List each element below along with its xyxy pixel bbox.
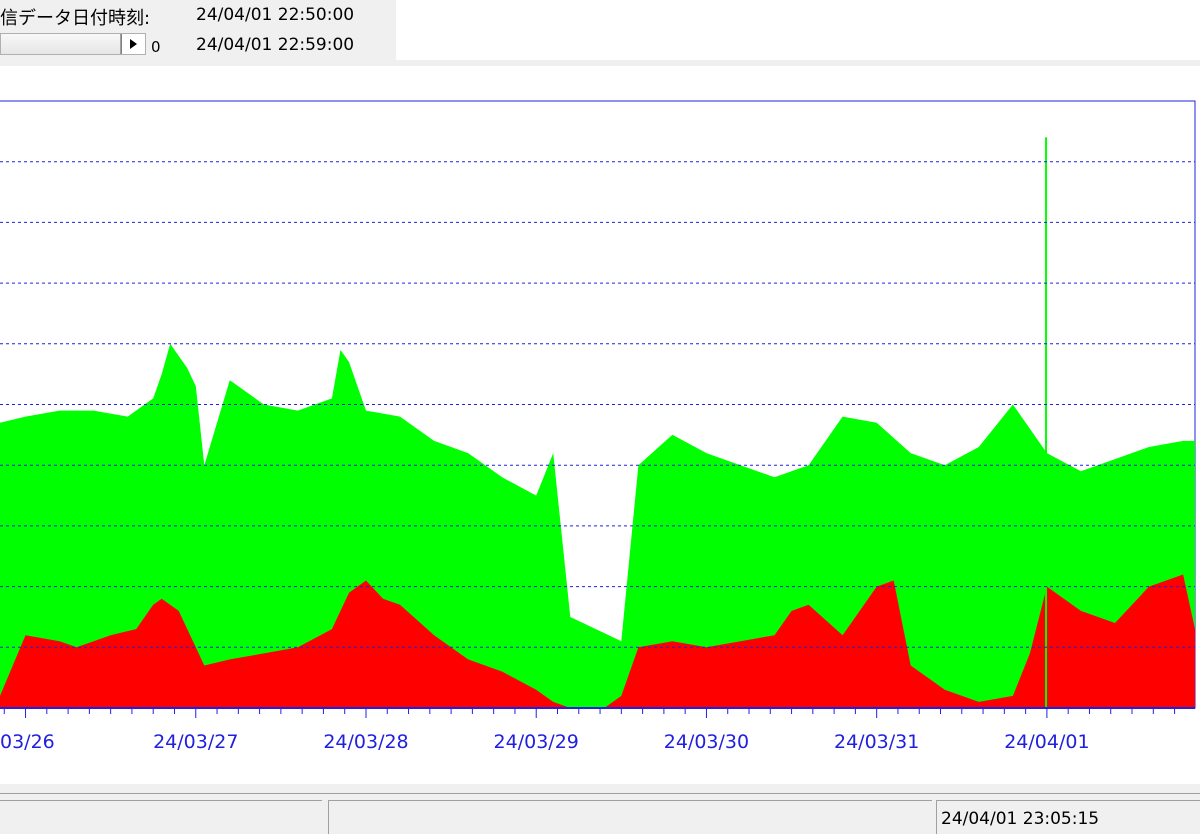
status-bar: 24/04/01 23:05:15 xyxy=(0,793,1200,834)
status-time: 24/04/01 23:05:15 xyxy=(941,809,1100,829)
scroll-right-arrow-icon[interactable] xyxy=(121,34,145,54)
end-time-value: 24/04/01 22:59:00 xyxy=(196,35,355,55)
x-tick-label: 24/03/29 xyxy=(494,731,579,753)
status-pane-middle xyxy=(328,800,932,834)
time-scrollbar[interactable] xyxy=(0,33,146,55)
status-pane-left xyxy=(0,800,322,834)
header-blank-area xyxy=(396,0,1200,60)
start-time-value: 24/04/01 22:50:00 xyxy=(196,5,355,25)
x-tick-label: 24/03/28 xyxy=(323,731,408,753)
received-datetime-label: 信データ日付時刻: xyxy=(0,8,151,29)
x-tick-label: 03/26 xyxy=(0,731,55,753)
scroll-thumb[interactable] xyxy=(1,34,121,54)
traffic-chart: 03/26 24/03/27 24/03/28 24/03/29 24/03/30 24/… xyxy=(0,100,1196,753)
x-tick-label: 24/04/01 xyxy=(1004,731,1089,753)
scroll-value: 0 xyxy=(151,38,161,56)
x-tick-label: 24/03/27 xyxy=(153,731,238,753)
x-tick-label: 24/03/31 xyxy=(834,731,919,753)
chart-area: 03/26 24/03/27 24/03/28 24/03/29 24/03/30 24/… xyxy=(0,66,1200,784)
x-tick-label: 24/03/30 xyxy=(664,731,749,753)
status-pane-time: 24/04/01 23:05:15 xyxy=(936,800,1200,834)
info-panel: 信データ日付時刻: 24/04/01 22:50:00 0 24/04/01 2… xyxy=(0,0,396,60)
